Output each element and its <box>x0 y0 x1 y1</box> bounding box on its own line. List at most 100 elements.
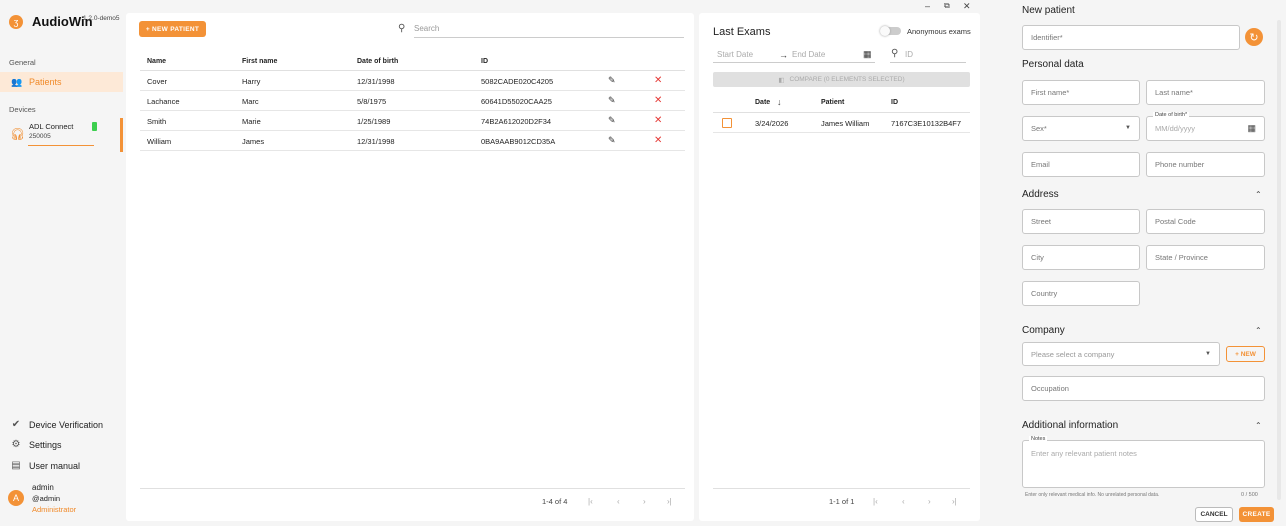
app-version: 1.2.0-demo5 <box>83 15 120 22</box>
first-page-icon[interactable]: |‹ <box>873 497 878 506</box>
first-page-icon[interactable]: |‹ <box>588 497 593 506</box>
sex-select[interactable]: Sex* ▼ <box>1022 116 1140 141</box>
column-header-patient[interactable]: Patient <box>821 99 844 106</box>
device-item[interactable]: 🎧︎ ADL Connect 250005 <box>8 120 123 152</box>
email-field[interactable]: Email <box>1022 152 1140 177</box>
refresh-icon[interactable]: ↻ <box>1245 28 1263 46</box>
table-row[interactable]: Cover Harry 12/31/1998 5082CADE020C4205 … <box>140 71 685 91</box>
compare-label: COMPARE (0 ELEMENTS SELECTED) <box>789 76 905 83</box>
cell-dob: 12/31/1998 <box>357 137 395 146</box>
user-manual-link[interactable]: ▤ User manual <box>10 460 80 471</box>
new-patient-button[interactable]: + NEW PATIENT <box>139 21 206 37</box>
headphones-icon: 🎧︎ <box>10 127 26 141</box>
last-name-field[interactable]: Last name* <box>1146 80 1265 105</box>
close-button[interactable]: ✕ <box>963 1 971 12</box>
city-field[interactable]: City <box>1022 245 1140 270</box>
compare-icon: ◧ <box>778 76 785 84</box>
id-filter-input[interactable]: ⚲ ID <box>890 48 966 63</box>
dob-field[interactable]: Date of birth* MM/dd/yyyy ▦ <box>1146 112 1265 141</box>
settings-label: Settings <box>29 439 62 450</box>
new-patient-title: New patient <box>1022 5 1075 16</box>
exam-row[interactable]: 3/24/2026 James William 7167C3E10132B4F7 <box>713 113 970 133</box>
exams-title: Last Exams <box>713 26 771 38</box>
delete-icon[interactable]: ✕ <box>654 75 662 86</box>
column-header-exam-id[interactable]: ID <box>891 99 898 106</box>
pagination-range: 1-4 of 4 <box>542 497 568 506</box>
cell-id: 0BA9AAB9012CD35A <box>481 137 556 146</box>
country-field[interactable]: Country <box>1022 281 1140 306</box>
calendar-icon[interactable]: ▦ <box>1247 123 1256 134</box>
table-row[interactable]: William James 12/31/1998 0BA9AAB9012CD35… <box>140 131 685 151</box>
dob-label: Date of birth* <box>1153 112 1190 118</box>
exams-card <box>699 13 980 521</box>
chevron-up-icon[interactable]: ⌃ <box>1255 326 1262 335</box>
check-circle-icon: ✔ <box>11 419 21 430</box>
cell-first-name: James <box>242 137 265 146</box>
device-name: ADL Connect <box>29 122 74 131</box>
sort-arrow-icon[interactable]: ↓ <box>777 97 782 107</box>
cell-first-name: Marie <box>242 117 261 126</box>
minimize-button[interactable]: – <box>925 1 930 11</box>
last-page-icon[interactable]: ›| <box>952 497 957 506</box>
settings-link[interactable]: ⚙ Settings <box>10 439 62 450</box>
edit-icon[interactable]: ✎ <box>608 135 616 146</box>
postal-code-field[interactable]: Postal Code <box>1146 209 1265 234</box>
cell-dob: 1/25/1989 <box>357 117 391 126</box>
next-page-icon[interactable]: › <box>928 497 931 506</box>
search-icon: ⚲ <box>891 48 899 59</box>
chevron-up-icon[interactable]: ⌃ <box>1255 421 1262 430</box>
create-button[interactable]: CREATE <box>1239 507 1274 522</box>
column-header-name[interactable]: Name <box>147 58 166 65</box>
notes-label: Notes <box>1029 436 1048 442</box>
column-header-date[interactable]: Date <box>755 99 770 106</box>
user-role: Administrator <box>32 505 77 514</box>
column-header-first-name[interactable]: First name <box>242 58 277 65</box>
table-row[interactable]: Smith Marie 1/25/1989 74B2A612020D2F34 ✎… <box>140 111 685 131</box>
anonymous-toggle[interactable] <box>880 26 901 36</box>
delete-icon[interactable]: ✕ <box>654 95 662 106</box>
end-date-input[interactable]: End Date <box>792 50 825 59</box>
occupation-field[interactable]: Occupation <box>1022 376 1265 401</box>
search-input[interactable]: Search <box>414 24 684 38</box>
device-verification-link[interactable]: ✔ Device Verification <box>10 419 103 430</box>
exam-checkbox[interactable] <box>722 118 732 128</box>
start-date-input[interactable]: Start Date <box>717 50 753 59</box>
column-header-dob[interactable]: Date of birth <box>357 58 398 65</box>
street-field[interactable]: Street <box>1022 209 1140 234</box>
notes-textarea[interactable]: Notes Enter any relevant patient notes <box>1022 436 1265 488</box>
sidebar-item-patients[interactable]: 👥 Patients <box>0 72 123 92</box>
identifier-field[interactable]: Identifier* <box>1022 25 1240 50</box>
cell-patient: James William <box>821 119 870 128</box>
prev-page-icon[interactable]: ‹ <box>617 497 620 506</box>
company-select[interactable]: Please select a company ▼ <box>1022 342 1220 366</box>
column-header-id[interactable]: ID <box>481 58 488 65</box>
company-placeholder: Please select a company <box>1031 349 1115 359</box>
user-manual-label: User manual <box>29 460 81 471</box>
chevron-up-icon[interactable]: ⌃ <box>1255 190 1262 199</box>
next-page-icon[interactable]: › <box>643 497 646 506</box>
first-name-field[interactable]: First name* <box>1022 80 1140 105</box>
cell-name: Smith <box>147 117 167 126</box>
edit-icon[interactable]: ✎ <box>608 115 616 126</box>
edit-icon[interactable]: ✎ <box>608 95 616 106</box>
device-verification-label: Device Verification <box>29 419 104 430</box>
new-company-button[interactable]: + NEW <box>1226 346 1265 362</box>
address-heading: Address <box>1022 189 1059 200</box>
state-field[interactable]: State / Province <box>1146 245 1265 270</box>
last-page-icon[interactable]: ›| <box>667 497 672 506</box>
delete-icon[interactable]: ✕ <box>654 115 662 126</box>
device-underline <box>28 145 94 146</box>
chevron-down-icon: ▼ <box>1205 351 1211 357</box>
avatar[interactable]: A <box>8 490 24 506</box>
delete-icon[interactable]: ✕ <box>654 135 662 146</box>
date-range-input[interactable]: Start Date → End Date ▦ <box>713 49 875 63</box>
cancel-button[interactable]: CANCEL <box>1195 507 1233 522</box>
scrollbar[interactable] <box>1277 20 1281 500</box>
edit-icon[interactable]: ✎ <box>608 75 616 86</box>
calendar-icon[interactable]: ▦ <box>863 49 872 60</box>
table-row[interactable]: Lachance Marc 5/8/1975 60641D55020CAA25 … <box>140 91 685 111</box>
prev-page-icon[interactable]: ‹ <box>902 497 905 506</box>
phone-field[interactable]: Phone number <box>1146 152 1265 177</box>
restore-button[interactable]: ⧉ <box>944 1 950 11</box>
compare-button[interactable]: ◧ COMPARE (0 ELEMENTS SELECTED) <box>713 72 970 87</box>
